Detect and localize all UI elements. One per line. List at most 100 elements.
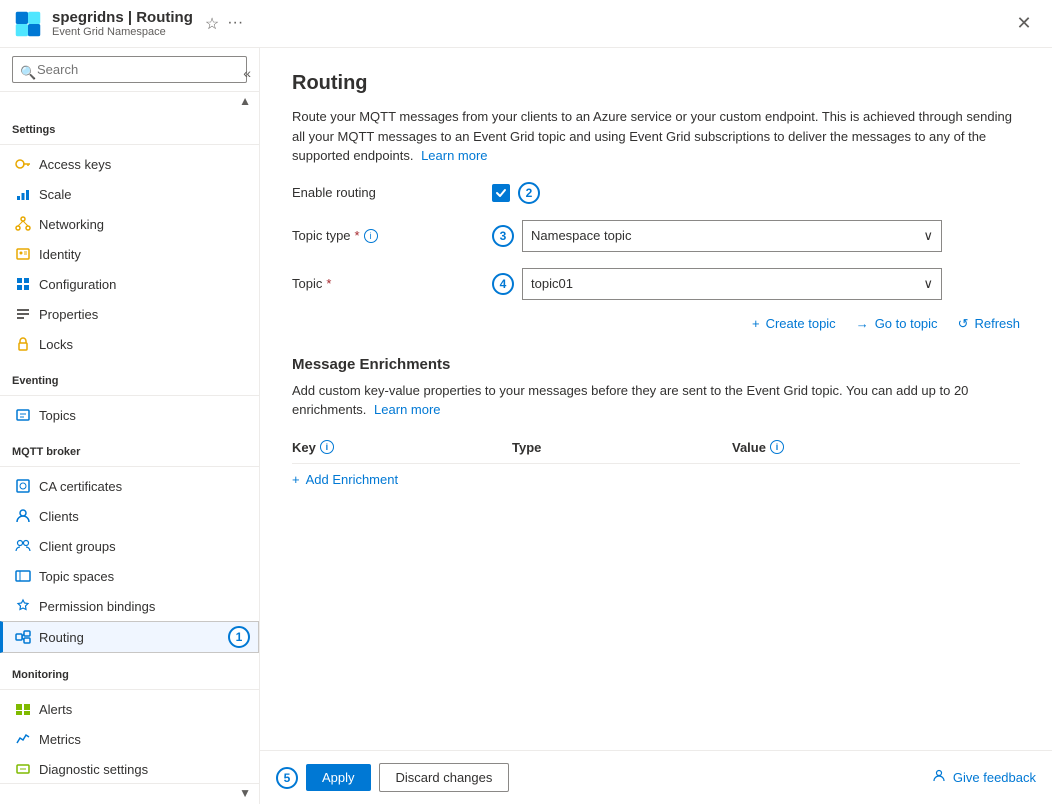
description-learn-more-link[interactable]: Learn more [421,148,487,163]
topic-type-select[interactable]: Namespace topic ∨ [522,220,942,252]
alerts-label: Alerts [39,702,72,717]
config-icon [15,276,31,292]
monitoring-section-label: Monitoring [0,653,259,685]
sidebar-item-networking[interactable]: Networking [0,209,259,239]
sidebar-item-access-keys[interactable]: Access keys [0,149,259,179]
search-icon: 🔍 [20,65,36,81]
scroll-up-indicator[interactable]: ▲ [239,94,251,108]
step-badge-3: 3 [492,225,514,247]
enable-routing-label: Enable routing [292,185,492,200]
more-icon[interactable]: ··· [227,14,243,34]
step-badge-4: 4 [492,273,514,295]
apply-button[interactable]: Apply [306,764,371,791]
sidebar-item-client-groups[interactable]: Client groups [0,531,259,561]
sidebar-item-configuration[interactable]: Configuration [0,269,259,299]
collapse-sidebar-button[interactable]: « [243,65,251,81]
configuration-label: Configuration [39,277,116,292]
topic-chevron-icon: ∨ [923,276,933,292]
discard-changes-button[interactable]: Discard changes [379,763,510,792]
topic-required: * [326,276,331,291]
sidebar-item-metrics[interactable]: Metrics [0,724,259,754]
key-info-icon[interactable]: i [320,440,334,454]
routing-label: Routing [39,630,84,645]
step-badge-1: 1 [228,626,250,648]
sidebar: 🔍 « ▲ Settings Access keys Scale [0,48,260,804]
sidebar-item-ca-certificates[interactable]: CA certificates [0,471,259,501]
step-badge-2: 2 [518,182,540,204]
ca-cert-icon [15,478,31,494]
value-column-header: Value i [732,440,1020,455]
sidebar-item-locks[interactable]: Locks [0,329,259,359]
networking-label: Networking [39,217,104,232]
add-enrichment-button[interactable]: + Add Enrichment [292,464,1020,495]
bookmark-icon[interactable]: ☆ [205,14,219,34]
page-title: Routing [292,72,1020,95]
enable-routing-checkbox[interactable] [492,184,510,202]
feedback-icon [931,768,947,787]
ca-certificates-label: CA certificates [39,479,122,494]
message-enrichments-title: Message Enrichments [292,356,1020,373]
enrichments-learn-more-link[interactable]: Learn more [374,402,440,417]
topic-select[interactable]: topic01 ∨ [522,268,942,300]
topic-type-content: 3 Namespace topic ∨ [492,220,1020,252]
sidebar-item-permission-bindings[interactable]: Permission bindings [0,591,259,621]
message-enrichments-description: Add custom key-value properties to your … [292,381,1020,420]
add-enrichment-plus-icon: + [292,472,300,487]
topic-type-required: * [355,228,360,243]
sidebar-item-topics[interactable]: Topics [0,400,259,430]
sidebar-item-routing[interactable]: Routing 1 [0,621,259,653]
refresh-icon: ↺ [958,316,969,332]
app-icon [12,8,44,40]
enrichments-table-header: Key i Type Value i [292,432,1020,464]
sidebar-content: Settings Access keys Scale Networking [0,108,259,783]
permission-icon [15,598,31,614]
main-inner: Routing Route your MQTT messages from yo… [260,48,1052,750]
main-content: Routing Route your MQTT messages from yo… [260,48,1052,804]
window-subtitle: Event Grid Namespace [52,26,193,38]
scale-label: Scale [39,187,72,202]
permission-bindings-label: Permission bindings [39,599,155,614]
app-body: 🔍 « ▲ Settings Access keys Scale [0,48,1052,804]
metrics-icon [15,731,31,747]
refresh-link[interactable]: ↺ Refresh [958,316,1020,332]
enable-routing-row: Enable routing 2 [292,182,1020,204]
sidebar-item-diagnostic-settings[interactable]: Diagnostic settings [0,754,259,783]
mqtt-section-label: MQTT broker [0,430,259,462]
topics-label: Topics [39,408,76,423]
topic-content: 4 topic01 ∨ [492,268,1020,300]
search-input[interactable] [12,56,247,83]
create-topic-plus-icon: + [752,316,760,331]
footer: 5 Apply Discard changes Give feedback [260,750,1052,804]
lock-icon [15,336,31,352]
sidebar-item-scale[interactable]: Scale [0,179,259,209]
topic-spaces-icon [15,568,31,584]
scroll-down-indicator[interactable]: ▼ [239,786,251,800]
topic-type-field-step: 3 Namespace topic ∨ [492,220,942,252]
settings-section-label: Settings [0,108,259,140]
topics-icon [15,407,31,423]
sidebar-item-identity[interactable]: Identity [0,239,259,269]
client-groups-label: Client groups [39,539,116,554]
topic-type-row: Topic type * i 3 Namespace topic ∨ [292,220,1020,252]
window-title: spegridns | Routing [52,9,193,26]
give-feedback-button[interactable]: Give feedback [931,768,1036,787]
sidebar-item-clients[interactable]: Clients [0,501,259,531]
go-to-topic-link[interactable]: → Go to topic [856,316,938,332]
type-column-header: Type [512,440,732,455]
title-bar-text: spegridns | Routing Event Grid Namespace [52,9,193,38]
properties-label: Properties [39,307,98,322]
key-column-header: Key i [292,440,512,455]
sidebar-item-topic-spaces[interactable]: Topic spaces [0,561,259,591]
topic-type-info-icon[interactable]: i [364,229,378,243]
sidebar-item-properties[interactable]: Properties [0,299,259,329]
topic-field-step: 4 topic01 ∨ [492,268,942,300]
close-button[interactable]: ✕ [1008,8,1040,40]
scale-icon [15,186,31,202]
metrics-label: Metrics [39,732,81,747]
routing-description: Route your MQTT messages from your clien… [292,107,1020,166]
diagnostics-icon [15,761,31,777]
sidebar-item-alerts[interactable]: Alerts [0,694,259,724]
create-topic-link[interactable]: + Create topic [752,316,836,332]
access-keys-label: Access keys [39,157,111,172]
value-info-icon[interactable]: i [770,440,784,454]
